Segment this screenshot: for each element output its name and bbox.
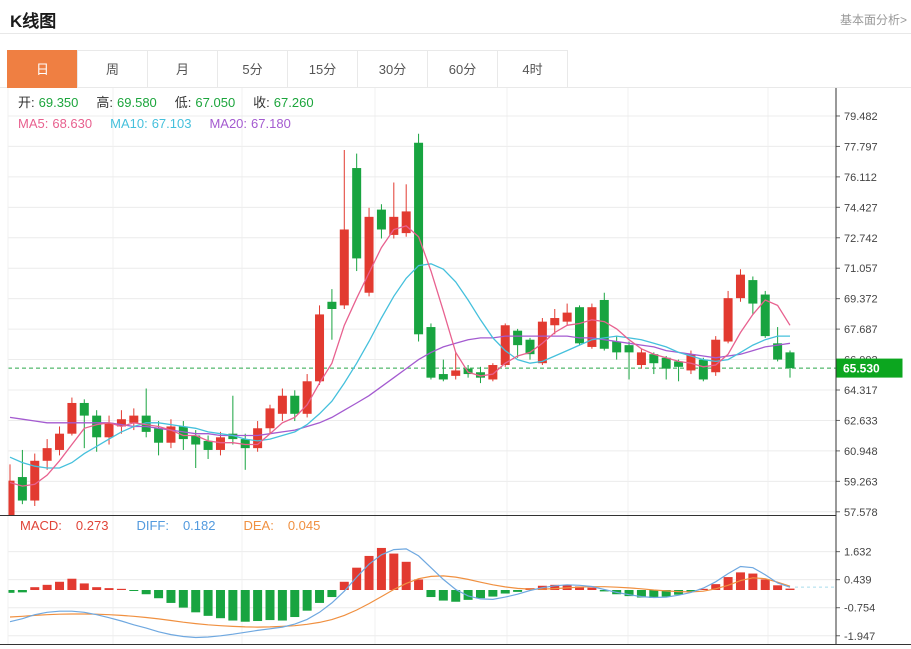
ohlc-close-value: 67.260 (274, 95, 314, 110)
ma-ma20-label: MA20: (209, 116, 247, 131)
ohlc-high: 高: 69.580 (96, 95, 160, 110)
ma-ma10-label: MA10: (110, 116, 148, 131)
ohlc-low-value: 67.050 (195, 95, 235, 110)
ma-ma20-value: 67.180 (251, 116, 291, 131)
period-tabbar: 日周月5分15分30分60分4时 (8, 50, 568, 88)
ma5-line (10, 226, 790, 486)
price-axis-label: 67.687 (844, 324, 878, 336)
price-axis-label: 72.742 (844, 233, 878, 245)
macd-legend: MACD: 0.273 DIFF: 0.182 DEA: 0.045 (20, 518, 348, 533)
ohlc-open: 开: 69.350 (18, 95, 82, 110)
macd-axis-label: 0.439 (844, 575, 872, 587)
ohlc-open-value: 69.350 (39, 95, 79, 110)
macd-diff-label: DIFF: (136, 518, 169, 533)
price-badge: 65.530 (837, 359, 903, 378)
tab-month[interactable]: 月 (147, 50, 218, 88)
price-axis-label: 76.112 (844, 172, 877, 184)
ma-row: MA5: 68.630 MA10: 67.103 MA20: 67.180 (18, 113, 332, 134)
price-axis-label: 60.948 (844, 446, 878, 458)
ma-ma20: MA20: 67.180 (209, 116, 294, 131)
ohlc-low: 低:67.050 (175, 95, 239, 110)
ohlc-open-label: 开: (18, 95, 35, 110)
tab-60min[interactable]: 60分 (427, 50, 498, 88)
price-axis-label: 71.057 (844, 263, 878, 275)
price-axis-label: 74.427 (844, 202, 878, 214)
candles-layer (6, 134, 795, 519)
tab-15min[interactable]: 15分 (287, 50, 358, 88)
page-title: K线图 (10, 7, 56, 32)
price-axis-label: 64.317 (844, 385, 878, 397)
dea-line (10, 576, 790, 627)
diff-line (10, 549, 790, 638)
topbar: K线图 基本面分析> (0, 0, 911, 34)
macd-dea-label: DEA: (243, 518, 273, 533)
price-axis-label: 77.797 (844, 141, 878, 153)
quote-info: 开: 69.350 高: 69.580 低:67.050 收: 67.260 MA5: 68.… (18, 92, 332, 134)
tab-30min[interactable]: 30分 (357, 50, 428, 88)
price-axis-label: 59.263 (844, 476, 878, 488)
price-axis-label: 79.482 (844, 111, 878, 123)
ma10-line (10, 264, 790, 468)
ohlc-high-label: 高: (96, 95, 113, 110)
macd-axis-label: 1.632 (844, 547, 872, 559)
price-axis-label: 62.633 (844, 415, 878, 427)
macd-macd-value: 0.273 (76, 518, 109, 533)
ma-ma10-value: 67.103 (152, 116, 192, 131)
ohlc-high-value: 69.580 (117, 95, 157, 110)
ma-ma5-value: 68.630 (52, 116, 92, 131)
macd-macd-label: MACD: (20, 518, 62, 533)
ma-ma5: MA5: 68.630 (18, 116, 96, 131)
price-axis-label: 57.578 (844, 507, 878, 519)
svg-text:65.530: 65.530 (843, 362, 880, 376)
macd-axis-label: -1.947 (844, 631, 875, 643)
macd-axis-label: -0.754 (844, 603, 875, 615)
ohlc-close: 收: 67.260 (253, 95, 317, 110)
ohlc-low-label: 低: (175, 95, 192, 110)
macd-dea-value: 0.045 (288, 518, 321, 533)
macd-diff: DIFF: 0.182 (136, 518, 229, 533)
macd-diff-value: 0.182 (183, 518, 216, 533)
ma-ma5-label: MA5: (18, 116, 48, 131)
ohlc-close-label: 收: (253, 95, 270, 110)
price-gridlines: 79.482 77.797 76.112 74.427 72.742 71.057 69.3… (8, 111, 878, 519)
ohlc-row: 开: 69.350 高: 69.580 低:67.050 收: 67.260 (18, 92, 332, 113)
macd-macd: MACD: 0.273 (20, 518, 122, 533)
macd-histogram (6, 548, 795, 622)
tab-day[interactable]: 日 (7, 50, 78, 88)
fundamental-analysis-link[interactable]: 基本面分析> (840, 11, 907, 28)
tab-4hour[interactable]: 4时 (497, 50, 568, 88)
tab-5min[interactable]: 5分 (217, 50, 288, 88)
kline-app: 79.482 77.797 76.112 74.427 72.742 71.057 69.3… (0, 0, 911, 649)
tab-week[interactable]: 周 (77, 50, 148, 88)
ma-ma10: MA10: 67.103 (110, 116, 195, 131)
macd-dea: DEA: 0.045 (243, 518, 334, 533)
price-axis-label: 69.372 (844, 294, 878, 306)
